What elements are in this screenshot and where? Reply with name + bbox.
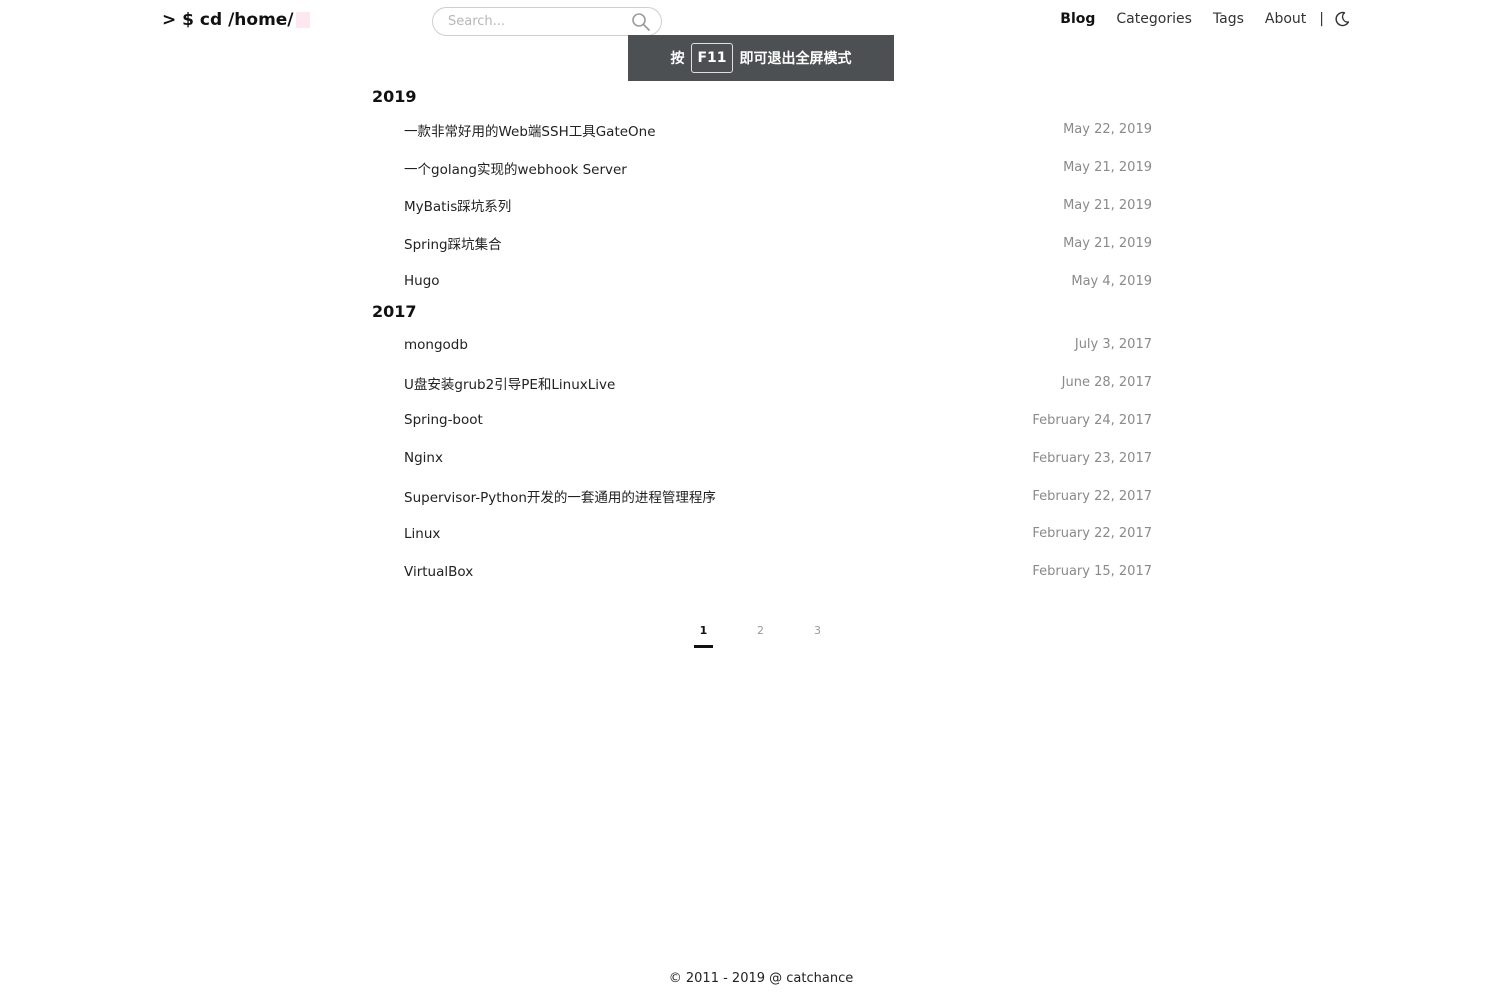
list-item: U盘安装grub2引导PE和LinuxLive June 28, 2017 (372, 364, 1152, 402)
nav-separator: | (1319, 11, 1324, 27)
footer-copyright: © 2011 - 2019 @ catchance (668, 971, 854, 986)
post-title-link[interactable]: VirtualBox (404, 564, 473, 580)
list-item: 一个golang实现的webhook Server May 21, 2019 (372, 149, 1152, 187)
fullscreen-notice-prefix: 按 (670, 51, 685, 67)
post-title-link[interactable]: MyBatis踩坑系列 (404, 195, 511, 215)
post-title-link[interactable]: Nginx (404, 450, 443, 466)
post-date: May 4, 2019 (1071, 273, 1152, 289)
page-link-2[interactable]: 2 (751, 624, 770, 645)
main-nav: Blog Categories Tags About | (1039, 11, 1350, 27)
archive-list: 2019 一款非常好用的Web端SSH工具GateOne May 22, 201… (372, 86, 1152, 591)
post-title-link[interactable]: Spring踩坑集合 (404, 233, 502, 253)
post-date: February 22, 2017 (1032, 526, 1152, 542)
moon-icon[interactable] (1334, 11, 1350, 27)
post-date: February 24, 2017 (1032, 412, 1152, 428)
fullscreen-notice: 按 F11 即可退出全屏模式 (628, 35, 894, 81)
post-date: June 28, 2017 (1061, 375, 1152, 391)
post-list: 一款非常好用的Web端SSH工具GateOne May 22, 2019 一个g… (372, 111, 1152, 300)
nav-item-blog[interactable]: Blog (1060, 11, 1095, 27)
post-date: July 3, 2017 (1074, 337, 1152, 353)
list-item: Spring-boot February 24, 2017 (372, 402, 1152, 440)
list-item: 一款非常好用的Web端SSH工具GateOne May 22, 2019 (372, 111, 1152, 149)
fullscreen-notice-key: F11 (691, 43, 733, 73)
post-title-link[interactable]: Spring-boot (404, 412, 483, 428)
post-title-link[interactable]: Supervisor-Python开发的一套通用的进程管理程序 (404, 486, 716, 506)
list-item: Hugo May 4, 2019 (372, 262, 1152, 300)
list-item: mongodb July 3, 2017 (372, 326, 1152, 364)
page-link-1[interactable]: 1 (694, 624, 713, 648)
post-date: February 15, 2017 (1032, 564, 1152, 580)
list-item: MyBatis踩坑系列 May 21, 2019 (372, 187, 1152, 225)
list-item: Nginx February 23, 2017 (372, 439, 1152, 477)
page: > $ cd /home/ Blog Categories Tags About… (0, 0, 1500, 1000)
post-title-link[interactable]: 一个golang实现的webhook Server (404, 158, 627, 178)
post-date: May 21, 2019 (1063, 160, 1152, 176)
pagination: 1 2 3 (694, 624, 865, 648)
site-logo-text: > $ cd /home/ (162, 10, 294, 30)
nav-item-tags[interactable]: Tags (1213, 11, 1244, 27)
list-item: VirtualBox February 15, 2017 (372, 553, 1152, 591)
list-item: Spring踩坑集合 May 21, 2019 (372, 224, 1152, 262)
fullscreen-notice-suffix: 即可退出全屏模式 (739, 51, 852, 67)
site-logo[interactable]: > $ cd /home/ (162, 10, 310, 30)
page-link-3[interactable]: 3 (808, 624, 827, 645)
post-date: May 21, 2019 (1063, 197, 1152, 213)
search-box (432, 7, 662, 36)
post-title-link[interactable]: U盘安装grub2引导PE和LinuxLive (404, 373, 615, 393)
post-date: May 21, 2019 (1063, 235, 1152, 251)
post-date: May 22, 2019 (1063, 122, 1152, 138)
list-item: Supervisor-Python开发的一套通用的进程管理程序 February… (372, 477, 1152, 515)
post-title-link[interactable]: 一款非常好用的Web端SSH工具GateOne (404, 120, 656, 140)
post-title-link[interactable]: mongodb (404, 337, 468, 353)
year-heading: 2017 (372, 301, 417, 321)
nav-item-about[interactable]: About (1265, 11, 1306, 27)
post-list: mongodb July 3, 2017 U盘安装grub2引导PE和Linux… (372, 326, 1152, 591)
post-title-link[interactable]: Linux (404, 526, 440, 542)
terminal-cursor (295, 12, 310, 28)
year-heading: 2019 (372, 87, 417, 106)
post-title-link[interactable]: Hugo (404, 273, 440, 289)
list-item: Linux February 22, 2017 (372, 515, 1152, 553)
post-date: February 22, 2017 (1032, 488, 1152, 504)
nav-item-categories[interactable]: Categories (1116, 11, 1191, 27)
search-input[interactable] (448, 14, 628, 29)
post-date: February 23, 2017 (1032, 450, 1152, 466)
search-icon[interactable] (631, 12, 651, 32)
